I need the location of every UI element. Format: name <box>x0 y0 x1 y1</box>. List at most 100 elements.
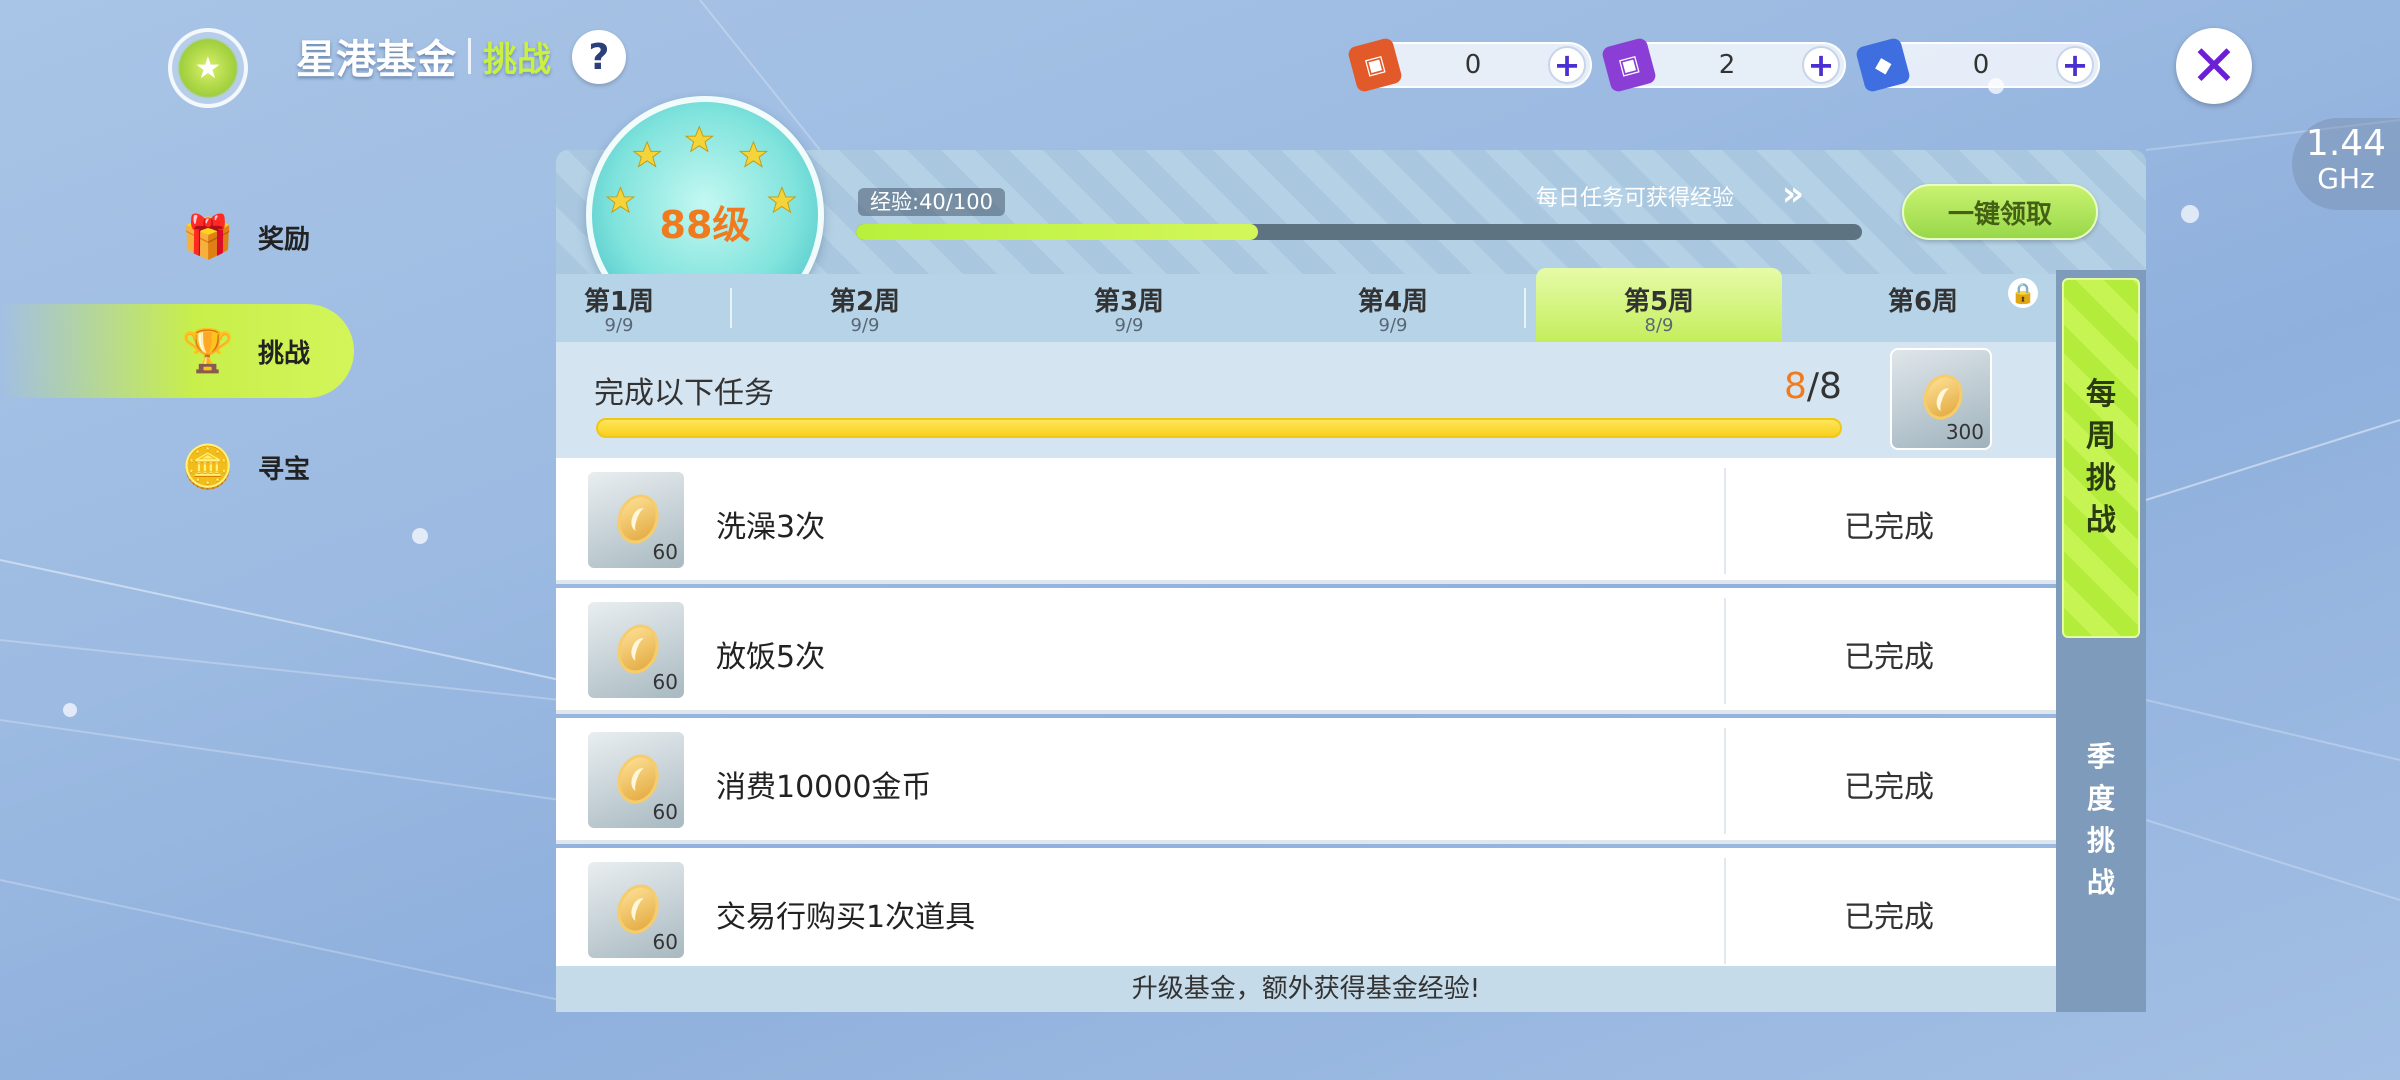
close-icon: ✕ <box>2190 33 2238 99</box>
currency-value: 0 <box>1464 50 1482 80</box>
task-reward-icon: 60 <box>588 862 684 958</box>
task-name: 交易行购买1次道具 <box>716 900 976 935</box>
reward-count: 60 <box>652 800 678 824</box>
tab-weekly-challenge[interactable]: 每 周 挑 战 <box>2062 278 2140 638</box>
tab-season-challenge[interactable]: 季 度 挑 战 <box>2062 650 2140 990</box>
currency-purple-ticket: ▣ 2 + <box>1600 36 1846 94</box>
task-row: 60 交易行购买1次道具 已完成 <box>556 848 2056 966</box>
ghz-value: 1.44 <box>2305 123 2387 164</box>
currency-blue-crystal: ◆ 0 + <box>1854 36 2100 94</box>
upgrade-fund-tip[interactable]: 升级基金，额外获得基金经验! <box>556 966 2056 1012</box>
lock-icon: 🔒 <box>2008 278 2038 308</box>
task-reward-icon: 60 <box>588 732 684 828</box>
add-red-ticket-button[interactable]: + <box>1548 46 1586 84</box>
fund-logo-icon: ★ <box>168 28 248 108</box>
week-name: 第5周 <box>1623 287 1695 317</box>
reward-count: 60 <box>652 540 678 564</box>
nav-item-challenge[interactable]: 🏆 挑战 <box>0 304 354 398</box>
claim-all-button[interactable]: 一键领取 <box>1902 184 2098 240</box>
tab-week-3[interactable]: 第3周 9/9 <box>1006 274 1252 342</box>
side-tab-char: 每 <box>2086 377 2116 412</box>
xp-progress-bar <box>856 224 1862 240</box>
side-tab-char: 季 <box>2086 740 2115 773</box>
week-tabs: 第1周 9/9 第2周 9/9 第3周 9/9 第4周 9/9 第5周 8/9 … <box>556 268 2056 342</box>
level-label: 88级 <box>659 203 751 247</box>
nav-label: 寻宝 <box>258 454 311 485</box>
task-summary: 完成以下任务 8/8 300 <box>556 342 2056 458</box>
week-name: 第3周 <box>1093 287 1165 317</box>
coin-stack-icon: 🪙 <box>181 442 235 491</box>
task-divider <box>1724 598 1726 704</box>
cpu-frequency-overlay: 1.44 GHz <box>2292 118 2400 210</box>
tab-week-2[interactable]: 第2周 9/9 <box>742 274 988 342</box>
task-reward-icon: 60 <box>588 602 684 698</box>
task-status: 已完成 <box>1844 640 1934 675</box>
close-button[interactable]: ✕ <box>2176 28 2252 104</box>
week-count: 9/9 <box>1114 315 1144 336</box>
currency-red-ticket: ▣ 0 + <box>1346 36 1592 94</box>
weekly-reward-chest[interactable]: 300 <box>1890 348 1992 450</box>
currency-value: 2 <box>1718 50 1736 80</box>
reward-count: 300 <box>1945 420 1984 444</box>
reward-count: 60 <box>652 670 678 694</box>
task-status: 已完成 <box>1844 770 1934 805</box>
title-subtitle: 挑战 <box>483 39 551 80</box>
side-tab-char: 度 <box>2086 782 2115 815</box>
add-purple-ticket-button[interactable]: + <box>1802 46 1840 84</box>
tab-week-5[interactable]: 第5周 8/9 <box>1536 268 1782 342</box>
xp-progress-fill <box>856 224 1259 240</box>
task-row: 60 洗澡3次 已完成 <box>556 458 2056 584</box>
task-summary-title: 完成以下任务 <box>594 376 774 411</box>
page-title: 星港基金 挑战 <box>296 26 551 86</box>
task-name: 洗澡3次 <box>716 510 826 545</box>
side-tab-char: 挑 <box>2086 824 2115 857</box>
daily-task-tip: 每日任务可获得经验 <box>1536 186 1735 211</box>
task-name: 消费10000金币 <box>716 770 932 805</box>
task-name: 放饭5次 <box>716 640 826 675</box>
title-main: 星港基金 <box>296 37 456 83</box>
side-tab-char: 挑 <box>2086 461 2116 496</box>
tab-week-6[interactable]: 第6周 <box>1800 274 2046 342</box>
task-summary-progress-bar <box>596 418 1842 438</box>
week-count: 9/9 <box>850 315 880 336</box>
nav-item-treasure[interactable]: 🪙 寻宝 <box>0 420 354 514</box>
title-separator <box>468 38 471 74</box>
tab-divider <box>730 288 732 328</box>
double-chevron-right-icon[interactable]: » <box>1782 174 1804 214</box>
task-reward-icon: 60 <box>588 472 684 568</box>
task-summary-progress: 8/8 <box>1784 366 1842 407</box>
task-row: 60 消费10000金币 已完成 <box>556 718 2056 844</box>
week-count: 9/9 <box>1378 315 1408 336</box>
reward-count: 60 <box>652 930 678 954</box>
side-tab-char: 周 <box>2086 419 2116 454</box>
tab-week-1[interactable]: 第1周 9/9 <box>496 274 742 342</box>
trophy-icon: 🏆 <box>181 326 235 375</box>
tab-week-4[interactable]: 第4周 9/9 <box>1270 274 1516 342</box>
week-name: 第4周 <box>1357 287 1429 317</box>
task-divider <box>1724 468 1726 574</box>
tab-divider <box>1524 288 1526 328</box>
side-tab-char: 战 <box>2086 503 2116 538</box>
task-divider <box>1724 858 1726 964</box>
week-count: 9/9 <box>604 315 634 336</box>
xp-label: 经验:40/100 <box>858 188 1005 216</box>
gift-icon: 🎁 <box>181 212 235 261</box>
currency-value: 0 <box>1972 50 1990 80</box>
task-status: 已完成 <box>1844 510 1934 545</box>
tasks-total-count: /8 <box>1806 366 1842 407</box>
tasks-done-count: 8 <box>1784 366 1807 407</box>
red-ticket-icon: ▣ <box>1346 36 1404 94</box>
week-name: 第1周 <box>583 287 655 317</box>
week-name: 第2周 <box>829 287 901 317</box>
side-tab-char: 战 <box>2086 866 2115 899</box>
ghz-unit: GHz <box>2317 162 2375 195</box>
nav-item-rewards[interactable]: 🎁 奖励 <box>0 190 354 284</box>
blue-crystal-icon: ◆ <box>1854 36 1912 94</box>
week-count: 8/9 <box>1644 315 1674 336</box>
task-row: 60 放饭5次 已完成 <box>556 588 2056 714</box>
fund-coin-icon <box>1917 368 1969 426</box>
nav-label: 奖励 <box>258 224 311 255</box>
help-button[interactable]: ? <box>572 30 626 84</box>
nav-label: 挑战 <box>258 338 311 369</box>
add-blue-crystal-button[interactable]: + <box>2056 46 2094 84</box>
